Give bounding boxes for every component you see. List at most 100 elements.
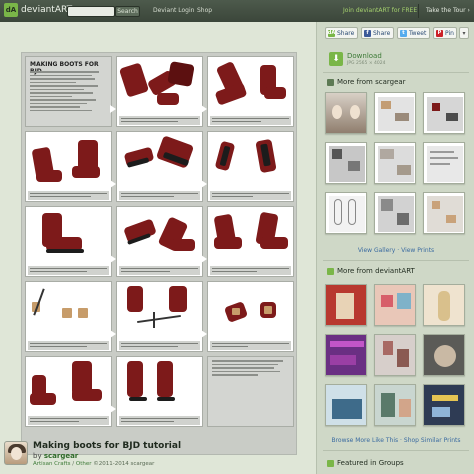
twitter-icon: t	[400, 29, 407, 37]
step-photo-7	[116, 206, 203, 277]
join-link[interactable]: Join deviantART for FREE	[343, 7, 417, 14]
step-photo-10	[116, 281, 203, 352]
share-facebook-button[interactable]: f Share	[361, 27, 394, 39]
deviantart-icon: dA	[327, 29, 336, 37]
take-tour-link[interactable]: Take the Tour ›	[426, 7, 470, 14]
take-tour-label: Take the Tour	[426, 7, 466, 14]
notes-text-block	[212, 360, 289, 378]
step-photo-8	[207, 206, 294, 277]
step-photo-6	[25, 206, 112, 277]
featured-groups-heading: Featured in Groups	[327, 459, 404, 467]
gallery-thumb[interactable]	[423, 192, 465, 234]
download-button[interactable]: ⬇ Download JPG 2565 × 4024	[323, 50, 469, 69]
gallery-thumb[interactable]	[374, 142, 416, 184]
sidebar-divider	[323, 450, 469, 451]
intro-text-block	[30, 71, 107, 113]
logo-text: deviantART	[21, 5, 73, 15]
share-label: Share	[373, 29, 391, 37]
suggested-thumb[interactable]	[374, 334, 416, 376]
arrow-right-icon	[201, 255, 207, 263]
gallery-thumb[interactable]	[325, 92, 367, 134]
deviation-meta: Artisan Crafts / Other ©2011-2014 scarge…	[33, 461, 154, 467]
suggested-thumb[interactable]	[325, 284, 367, 326]
gallery-thumb[interactable]	[325, 142, 367, 184]
search-input[interactable]	[67, 6, 115, 17]
more-from-artist-title: More from scargear	[337, 78, 406, 86]
pin-label: Pin	[445, 29, 454, 37]
gallery-thumb[interactable]	[374, 92, 416, 134]
gallery-thumb[interactable]	[325, 192, 367, 234]
category-link-artisan-crafts[interactable]: Artisan Crafts	[33, 461, 71, 467]
gallery-thumb[interactable]	[423, 92, 465, 134]
step-photo-12	[25, 356, 112, 427]
view-prints-link[interactable]: View Prints	[401, 247, 434, 254]
step-caption	[210, 266, 291, 275]
category-link-other[interactable]: Other	[76, 461, 92, 467]
arrow-right-icon	[110, 180, 116, 188]
step-caption	[210, 191, 291, 200]
step-photo-5	[207, 131, 294, 202]
deviation-byline: by scargear	[33, 452, 78, 460]
deviantart-logo[interactable]: dA deviantART	[4, 3, 72, 17]
view-gallery-link[interactable]: View Gallery	[358, 247, 396, 254]
links-separator: ·	[400, 437, 402, 444]
step-caption	[119, 191, 200, 200]
more-from-site-title: More from deviantART	[337, 267, 415, 275]
shop-prints-link[interactable]: Shop Similar Prints	[404, 437, 461, 444]
step-photo-2	[207, 56, 294, 127]
browse-more-link[interactable]: Browse More Like This	[331, 437, 398, 444]
deviation-title: Making boots for BJD tutorial	[33, 441, 182, 451]
step-caption	[210, 116, 291, 125]
artist-avatar-icon	[327, 78, 334, 86]
gallery-thumb[interactable]	[423, 142, 465, 184]
suggested-thumb[interactable]	[423, 284, 465, 326]
arrow-right-icon	[110, 330, 116, 338]
tweet-button[interactable]: t Tweet	[397, 27, 430, 39]
download-size: JPG 2565 × 4024	[347, 61, 386, 66]
featured-groups-title: Featured in Groups	[337, 459, 404, 467]
search-button[interactable]: Search	[115, 6, 140, 17]
arrow-right-icon	[110, 255, 116, 263]
arrow-right-icon	[110, 105, 116, 113]
deviantart-icon	[327, 267, 334, 275]
top-bar: dA deviantART Search Deviant Login Shop …	[0, 0, 474, 22]
step-photo-13	[116, 356, 203, 427]
step-caption	[28, 191, 109, 200]
sidebar-divider	[323, 260, 469, 261]
suggested-thumb[interactable]	[374, 284, 416, 326]
step-notes-cell	[207, 356, 294, 427]
pinterest-icon: P	[436, 29, 443, 37]
step-caption	[210, 341, 291, 350]
share-label: Share	[337, 29, 355, 37]
gallery-thumb[interactable]	[374, 192, 416, 234]
tutorial-intro-cell: MAKING BOOTS FOR BJD	[25, 56, 112, 127]
step-caption	[28, 266, 109, 275]
download-label: Download	[347, 52, 382, 60]
more-from-site-heading: More from deviantART	[327, 267, 415, 275]
step-photo-3	[25, 131, 112, 202]
shop-link[interactable]: Shop	[197, 7, 212, 14]
by-label: by	[33, 452, 42, 460]
suggested-thumb[interactable]	[325, 334, 367, 376]
suggested-thumb[interactable]	[423, 384, 465, 426]
suggested-thumb[interactable]	[325, 384, 367, 426]
more-share-icon[interactable]: ▾	[459, 27, 469, 39]
step-caption	[119, 416, 200, 425]
step-caption	[119, 341, 200, 350]
topbar-divider	[418, 4, 419, 18]
avatar[interactable]	[4, 441, 28, 465]
step-photo-4	[116, 131, 203, 202]
step-photo-11	[207, 281, 294, 352]
pin-button[interactable]: P Pin	[433, 27, 457, 39]
arrow-right-icon	[201, 180, 207, 188]
groups-icon	[327, 459, 334, 467]
main-panel: MAKING BOOTS FOR BJD	[0, 22, 316, 474]
deviant-login-link[interactable]: Deviant Login	[153, 7, 194, 14]
suggested-thumb[interactable]	[423, 334, 465, 376]
suggested-thumb[interactable]	[374, 384, 416, 426]
tutorial-image[interactable]: MAKING BOOTS FOR BJD	[21, 52, 297, 455]
sidebar-divider	[323, 72, 469, 73]
more-from-artist-heading: More from scargear	[327, 78, 406, 86]
author-link[interactable]: scargear	[44, 452, 78, 460]
share-deviantart-button[interactable]: dA Share	[325, 27, 358, 39]
